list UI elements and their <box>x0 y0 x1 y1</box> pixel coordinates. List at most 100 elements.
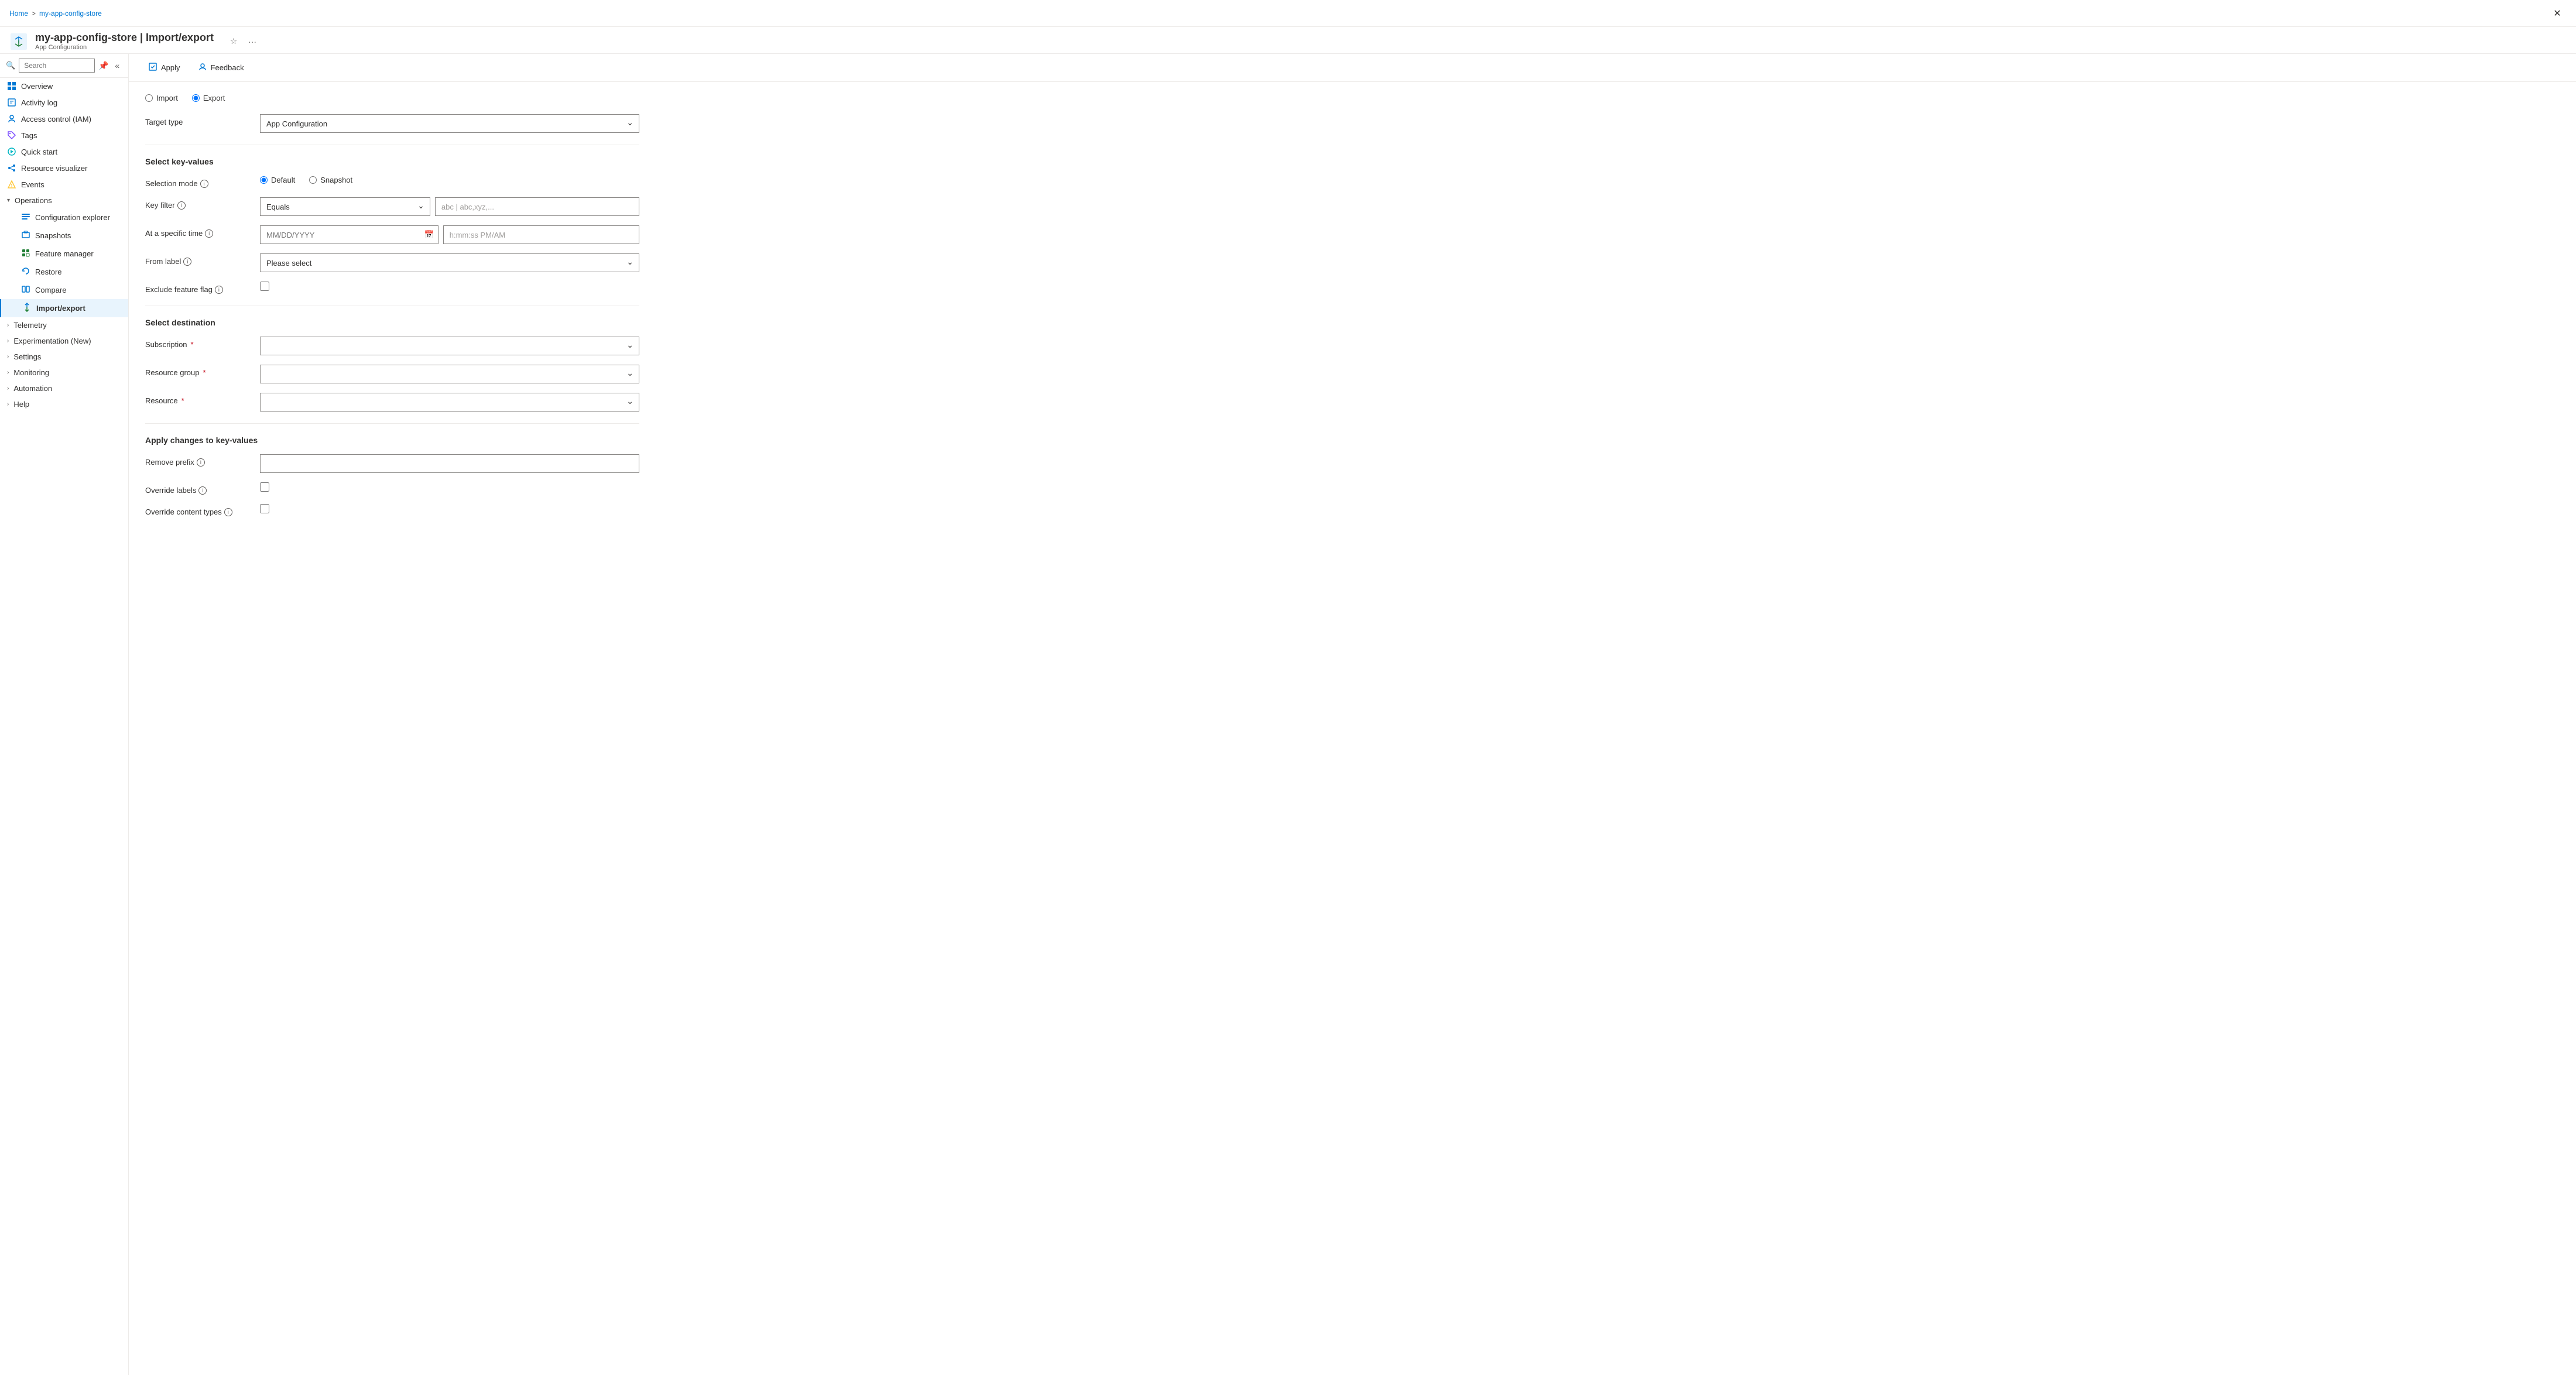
override-labels-info-icon[interactable]: i <box>198 486 207 495</box>
specific-time-control: 📅 <box>260 225 639 244</box>
favorite-button[interactable]: ☆ <box>225 33 242 50</box>
close-button[interactable]: ✕ <box>2548 4 2567 23</box>
resource-group-control <box>260 365 639 383</box>
sidebar-item-import-export[interactable]: Import/export <box>0 299 128 317</box>
apply-button[interactable]: Apply <box>141 59 188 77</box>
breadcrumb-sep: > <box>32 9 36 18</box>
sidebar: 🔍 📌 « Overview Activity log Access contr… <box>0 54 129 1375</box>
subscription-label: Subscription * <box>145 337 251 349</box>
sidebar-item-access-control[interactable]: Access control (IAM) <box>0 111 128 127</box>
apply-icon <box>148 62 157 73</box>
sidebar-label-feature-manager: Feature manager <box>35 249 94 258</box>
override-labels-control <box>260 482 639 492</box>
pin-icon[interactable]: 📌 <box>98 59 108 73</box>
time-input[interactable] <box>443 225 639 244</box>
from-label-select[interactable]: Please select <box>260 253 639 272</box>
compare-icon <box>21 284 30 296</box>
sidebar-item-operations[interactable]: Operations <box>0 193 128 208</box>
sidebar-item-resource-visualizer[interactable]: Resource visualizer <box>0 160 128 176</box>
subscription-select[interactable] <box>260 337 639 355</box>
key-filter-control: Equals Starts with Contains <box>260 197 639 216</box>
target-type-select[interactable]: App Configuration App Service Kubernetes <box>260 114 639 133</box>
header-actions: ☆ ··· <box>225 33 261 50</box>
experimentation-chevron <box>7 338 9 344</box>
selection-mode-info-icon[interactable]: i <box>200 180 208 188</box>
sidebar-item-snapshots[interactable]: Snapshots <box>0 227 128 245</box>
from-label-control: Please select <box>260 253 639 272</box>
remove-prefix-label: Remove prefix i <box>145 454 251 467</box>
snapshot-mode-label: Snapshot <box>320 176 352 184</box>
resource-header: my-app-config-store | Import/export App … <box>0 27 2576 54</box>
automation-chevron <box>7 385 9 392</box>
remove-prefix-input[interactable] <box>260 454 639 473</box>
snapshot-mode-radio[interactable] <box>309 176 317 184</box>
more-options-button[interactable]: ··· <box>244 33 261 50</box>
sidebar-item-overview[interactable]: Overview <box>0 78 128 94</box>
search-input[interactable] <box>19 59 95 73</box>
default-mode-radio[interactable] <box>260 176 268 184</box>
override-labels-checkbox[interactable] <box>260 482 269 492</box>
sidebar-label-restore: Restore <box>35 268 62 276</box>
time-input-wrap <box>443 225 639 244</box>
sidebar-item-telemetry[interactable]: Telemetry <box>0 317 128 333</box>
sidebar-item-tags[interactable]: Tags <box>0 127 128 143</box>
resource-group-select[interactable] <box>260 365 639 383</box>
sidebar-label-config-explorer: Configuration explorer <box>35 213 110 222</box>
import-export-resource-icon <box>11 33 27 50</box>
key-filter-dropdown-wrap: Equals Starts with Contains <box>260 197 430 216</box>
exclude-feature-flag-info-icon[interactable]: i <box>215 286 223 294</box>
sidebar-item-configuration-explorer[interactable]: Configuration explorer <box>0 208 128 227</box>
breadcrumb-home[interactable]: Home <box>9 9 28 18</box>
import-radio[interactable] <box>145 94 153 102</box>
default-mode-option[interactable]: Default <box>260 176 295 184</box>
sidebar-item-restore[interactable]: Restore <box>0 263 128 281</box>
specific-time-label: At a specific time i <box>145 225 251 238</box>
subscription-field: Subscription * <box>145 337 639 355</box>
exclude-feature-flag-field: Exclude feature flag i <box>145 282 639 294</box>
feedback-button[interactable]: Feedback <box>190 59 252 77</box>
resource-group-label: Resource group * <box>145 365 251 377</box>
key-filter-info-icon[interactable]: i <box>177 201 186 210</box>
sidebar-item-automation[interactable]: Automation <box>0 380 128 396</box>
resource-select[interactable] <box>260 393 639 412</box>
sidebar-item-compare[interactable]: Compare <box>0 281 128 299</box>
remove-prefix-info-icon[interactable]: i <box>197 458 205 467</box>
sidebar-item-help[interactable]: Help <box>0 396 128 412</box>
sidebar-item-monitoring[interactable]: Monitoring <box>0 365 128 380</box>
resource-control <box>260 393 639 412</box>
override-labels-field: Override labels i <box>145 482 639 495</box>
resource-group-field: Resource group * <box>145 365 639 383</box>
key-filter-input[interactable] <box>435 197 639 216</box>
sidebar-label-telemetry: Telemetry <box>13 321 46 330</box>
sidebar-item-quick-start[interactable]: Quick start <box>0 143 128 160</box>
breadcrumb: Home > my-app-config-store <box>9 9 102 18</box>
sidebar-item-feature-manager[interactable]: Feature manager <box>0 245 128 263</box>
selection-mode-control: Default Snapshot <box>260 176 639 184</box>
specific-time-info-icon[interactable]: i <box>205 229 213 238</box>
export-radio-option[interactable]: Export <box>192 94 225 102</box>
tags-icon <box>7 131 16 140</box>
breadcrumb-current[interactable]: my-app-config-store <box>39 9 102 18</box>
override-content-types-field: Override content types i <box>145 504 639 516</box>
override-content-types-checkbox[interactable] <box>260 504 269 513</box>
override-content-types-info-icon[interactable]: i <box>224 508 232 516</box>
from-label-info-icon[interactable]: i <box>183 258 191 266</box>
key-filter-select[interactable]: Equals Starts with Contains <box>260 197 430 216</box>
override-labels-checkbox-wrap <box>260 482 639 492</box>
collapse-icon[interactable]: « <box>112 59 122 73</box>
sidebar-item-activity-log[interactable]: Activity log <box>0 94 128 111</box>
import-radio-option[interactable]: Import <box>145 94 178 102</box>
sidebar-item-experimentation[interactable]: Experimentation (New) <box>0 333 128 349</box>
sidebar-item-events[interactable]: Events <box>0 176 128 193</box>
snapshot-mode-option[interactable]: Snapshot <box>309 176 352 184</box>
specific-time-field: At a specific time i 📅 <box>145 225 639 244</box>
import-export-icon <box>22 303 32 314</box>
date-input[interactable] <box>260 225 439 244</box>
sidebar-label-import-export: Import/export <box>36 304 85 313</box>
import-export-radio-group: Import Export <box>145 94 639 102</box>
exclude-feature-flag-checkbox[interactable] <box>260 282 269 291</box>
override-content-types-checkbox-wrap <box>260 504 639 513</box>
export-radio-label: Export <box>203 94 225 102</box>
sidebar-item-settings[interactable]: Settings <box>0 349 128 365</box>
export-radio[interactable] <box>192 94 200 102</box>
